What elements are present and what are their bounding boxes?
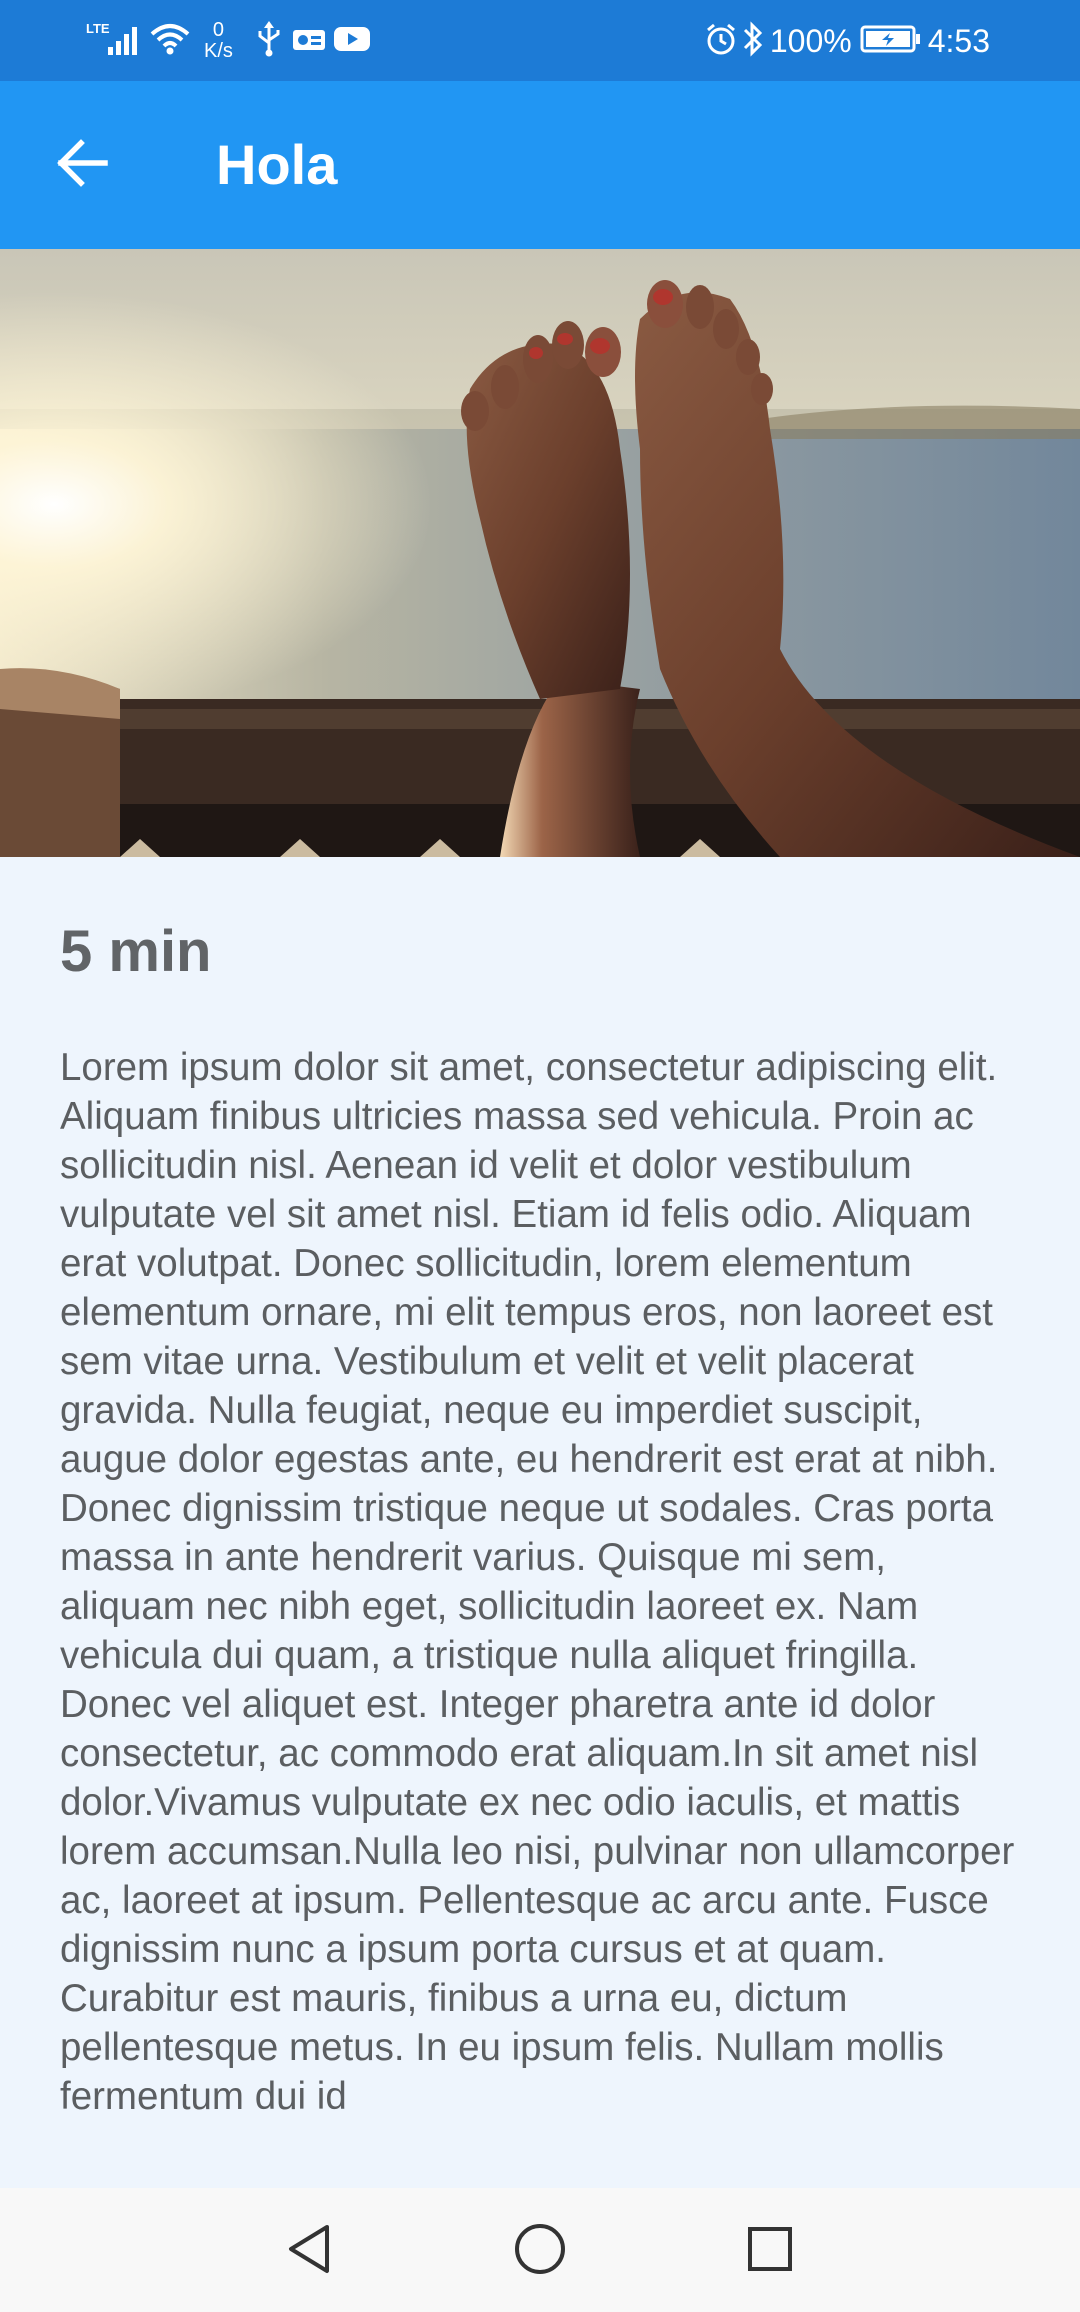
nav-recents-square-icon (746, 2225, 794, 2278)
clock: 4:53 (927, 22, 990, 59)
nav-recents-button[interactable] (735, 2216, 805, 2286)
youtube-icon (333, 25, 371, 58)
back-button[interactable] (42, 131, 122, 199)
net-speed-value: 0 (212, 19, 225, 41)
nav-home-button[interactable] (505, 2216, 575, 2286)
system-nav-bar (0, 2188, 1080, 2312)
vpn-icon (291, 24, 327, 59)
usb-icon (255, 20, 283, 62)
page-title: Hola (216, 133, 338, 196)
beach-feet-photo (0, 249, 1080, 857)
net-speed-unit: K/s (204, 40, 233, 62)
arrow-back-icon (55, 138, 109, 193)
wifi-icon (150, 22, 190, 61)
alarm-icon (704, 22, 738, 61)
battery-charging-icon (860, 24, 922, 59)
nav-back-triangle-icon (285, 2223, 333, 2280)
duration-label: 5 min (60, 919, 212, 984)
lte-signal-icon: LTE (84, 19, 146, 64)
status-bar: LTE 0 K/s 100% 4:53 (0, 0, 1080, 81)
net-speed: 0 K/s (204, 20, 233, 62)
description-text: Lorem ipsum dolor sit amet, consectetur … (60, 1046, 1015, 2118)
hero-image (0, 249, 1080, 857)
battery-percent: 100% (769, 22, 852, 59)
status-right-group: 100% 4:53 (704, 14, 990, 68)
bluetooth-icon (742, 20, 764, 62)
content-area: 5 min Lorem ipsum dolor sit amet, consec… (0, 857, 1080, 2188)
nav-home-circle-icon (513, 2222, 567, 2281)
nav-back-button[interactable] (274, 2216, 344, 2286)
app-bar: Hola (0, 81, 1080, 249)
network-label: LTE (86, 21, 110, 36)
status-left-group: LTE 0 K/s (84, 14, 371, 68)
